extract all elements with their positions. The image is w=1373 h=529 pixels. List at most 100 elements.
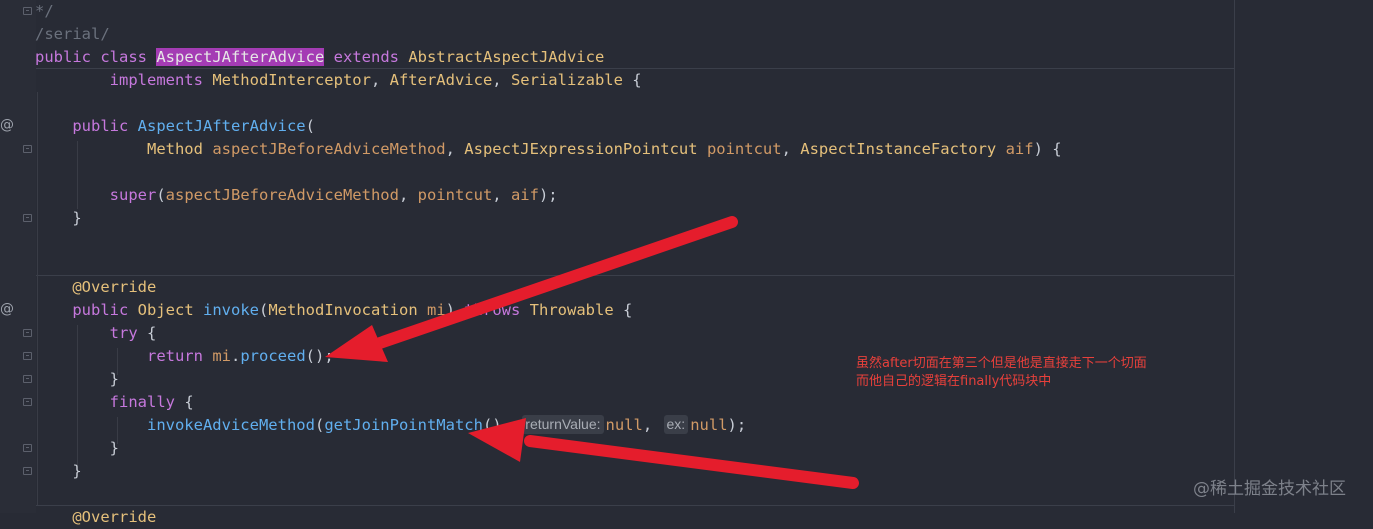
code-token: aif xyxy=(510,186,539,204)
code-line[interactable]: finally { xyxy=(35,391,1062,414)
code-token: , xyxy=(492,71,511,89)
code-line[interactable]: } xyxy=(35,207,1062,230)
code-token: ) xyxy=(445,301,465,319)
code-token: , xyxy=(781,140,801,158)
code-token: { xyxy=(174,393,194,411)
code-line[interactable]: Method aspectJBeforeAdviceMethod, Aspect… xyxy=(35,138,1062,161)
code-token: getJoinPointMatch xyxy=(324,416,483,434)
editor-gutter xyxy=(0,0,36,513)
code-line[interactable]: invokeAdviceMethod(getJoinPointMatch(), … xyxy=(35,414,1062,437)
code-line[interactable]: super(aspectJBeforeAdviceMethod, pointcu… xyxy=(35,184,1062,207)
code-line[interactable]: @Override xyxy=(35,276,1062,299)
code-token: MethodInvocation xyxy=(268,301,418,319)
code-token: AspectJAfterAdvice xyxy=(156,48,325,66)
code-token: , xyxy=(445,140,465,158)
code-token: mi xyxy=(212,347,231,365)
parameter-hint: ex: xyxy=(663,415,689,434)
code-token: finally xyxy=(109,393,175,411)
code-token: AbstractAspectJAdvice xyxy=(408,48,605,66)
code-line[interactable]: @Override xyxy=(35,506,1062,529)
code-token: invokeAdviceMethod xyxy=(146,416,315,434)
code-line[interactable]: } xyxy=(35,437,1062,460)
fold-marker-icon[interactable] xyxy=(23,214,32,222)
code-token: pointcut xyxy=(706,140,782,158)
code-editor[interactable]: */ /serial/public class AspectJAfterAdvic… xyxy=(35,0,1062,529)
fold-marker-icon[interactable] xyxy=(23,444,32,452)
code-token: . xyxy=(230,347,241,365)
fold-marker-icon[interactable] xyxy=(23,398,32,406)
code-token: @Override xyxy=(72,508,157,526)
code-token: aspectJBeforeAdviceMethod xyxy=(165,186,399,204)
code-token: extends xyxy=(333,48,409,66)
fold-marker-icon[interactable] xyxy=(23,467,32,475)
code-token: public xyxy=(72,301,138,319)
code-token: MethodInterceptor xyxy=(212,71,371,89)
fold-marker-icon[interactable] xyxy=(23,329,32,337)
code-token: } xyxy=(35,462,82,480)
code-line[interactable]: } xyxy=(35,460,1062,483)
code-line[interactable] xyxy=(35,92,1062,115)
code-line[interactable] xyxy=(35,483,1062,506)
parameter-hint: returnValue: xyxy=(522,415,604,434)
code-line[interactable]: public Object invoke(MethodInvocation mi… xyxy=(35,299,1062,322)
code-line[interactable] xyxy=(35,253,1062,276)
watermark: @稀土掘金技术社区 xyxy=(1193,479,1346,499)
code-line[interactable]: */ xyxy=(35,0,1062,23)
code-token: AspectJExpressionPointcut xyxy=(464,140,698,158)
code-token: ) { xyxy=(1033,140,1062,158)
code-token: pointcut xyxy=(417,186,493,204)
code-line[interactable]: /serial/ xyxy=(35,23,1062,46)
fold-marker-icon[interactable] xyxy=(23,352,32,360)
code-token: { xyxy=(613,301,633,319)
code-line[interactable]: public AspectJAfterAdvice( xyxy=(35,115,1062,138)
code-token: ( xyxy=(156,186,166,204)
code-token: , xyxy=(642,416,662,434)
right-margin-guide xyxy=(1234,0,1235,513)
code-token: Object xyxy=(137,301,194,319)
code-token: (); xyxy=(305,347,334,365)
code-token: aif xyxy=(1005,140,1034,158)
code-token: , xyxy=(398,186,418,204)
code-token: null xyxy=(690,416,728,434)
code-line[interactable] xyxy=(35,161,1062,184)
override-marker-icon[interactable]: @ xyxy=(0,301,14,317)
code-token: , xyxy=(492,186,511,204)
code-token: ( xyxy=(259,301,269,319)
code-line[interactable] xyxy=(35,230,1062,253)
code-token: invoke xyxy=(203,301,259,319)
code-token: AfterAdvice xyxy=(389,71,493,89)
annotation-note-line: 而他自己的逻辑在finally代码块中 xyxy=(856,374,1052,389)
code-token: ( xyxy=(305,117,315,135)
code-token: null xyxy=(605,416,643,434)
code-line[interactable]: implements MethodInterceptor, AfterAdvic… xyxy=(35,69,1062,92)
code-token: */ xyxy=(35,2,54,20)
annotation-note: 虽然after切面在第三个但是他是直接走下一个切面 而他自己的逻辑在finall… xyxy=(856,355,1147,391)
override-marker-icon[interactable]: @ xyxy=(0,117,14,133)
code-token: ); xyxy=(538,186,558,204)
code-token: Method xyxy=(146,140,203,158)
code-line[interactable]: public class AspectJAfterAdvice extends … xyxy=(35,46,1062,69)
fold-marker-icon[interactable] xyxy=(23,7,32,15)
code-line[interactable]: try { xyxy=(35,322,1062,345)
code-token: ( xyxy=(314,416,325,434)
code-token: } xyxy=(35,209,82,227)
code-token: Serializable xyxy=(510,71,623,89)
fold-marker-icon[interactable] xyxy=(23,145,32,153)
code-token: super xyxy=(109,186,157,204)
code-token: public class xyxy=(35,48,157,66)
code-token: proceed xyxy=(240,347,306,365)
fold-marker-icon[interactable] xyxy=(23,375,32,383)
code-token: try xyxy=(109,324,138,342)
